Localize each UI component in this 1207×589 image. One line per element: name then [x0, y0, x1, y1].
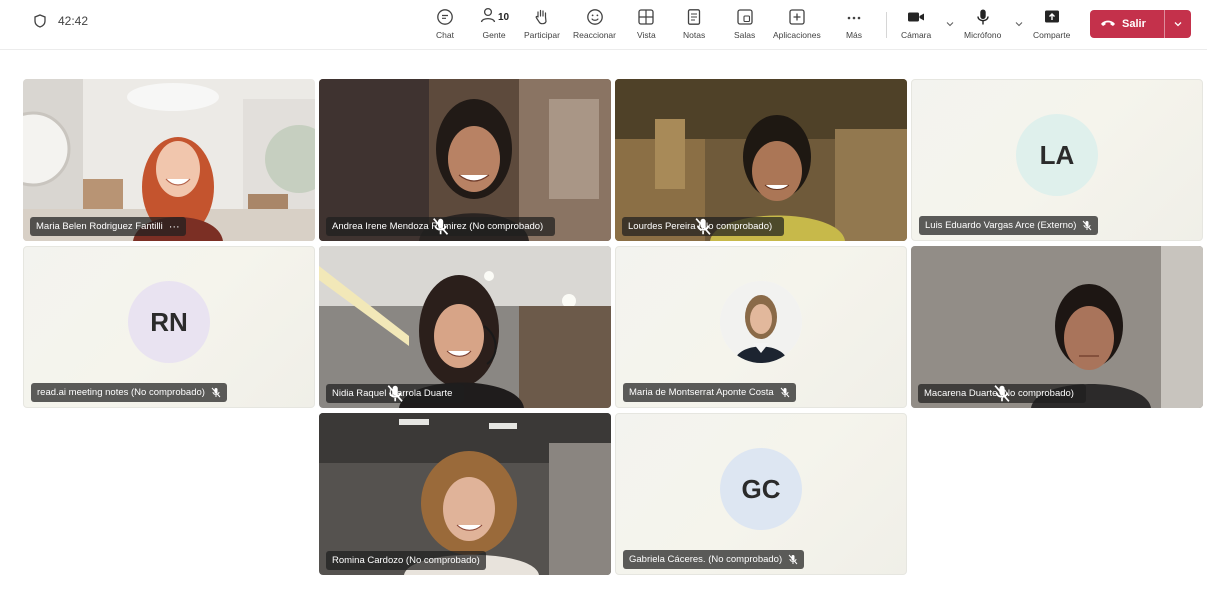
hang-up-phone-icon: [1100, 18, 1116, 31]
participant-name-tag: Luis Eduardo Vargas Arce (Externo): [919, 216, 1099, 235]
chat-icon: [436, 6, 454, 28]
share-button[interactable]: Comparte: [1033, 6, 1070, 40]
more-label: Más: [845, 30, 863, 40]
participant-tile[interactable]: Macarena Duarte (No comprobado): [911, 246, 1203, 408]
apps-label: Aplicaciones: [773, 30, 821, 40]
mic-muted-icon: [1082, 220, 1092, 231]
participant-tile[interactable]: LA Luis Eduardo Vargas Arce (Externo): [911, 79, 1203, 241]
participant-tile[interactable]: GC Gabriela Cáceres. (No comprobado): [615, 413, 907, 575]
participant-tile[interactable]: Maria Belen Rodriguez Fantilli ···: [23, 79, 315, 241]
participant-name: Romina Cardozo (No comprobado): [332, 555, 480, 566]
participant-name: Maria de Montserrat Aponte Costa: [629, 387, 774, 398]
camera-button[interactable]: Cámara: [901, 6, 931, 40]
participant-tile[interactable]: RN read.ai meeting notes (No comprobado): [23, 246, 315, 408]
mic-muted-icon: [780, 387, 790, 398]
leave-main[interactable]: Salir: [1090, 18, 1164, 31]
leave-options-chevron-down-icon[interactable]: [1165, 19, 1191, 29]
participant-tile[interactable]: Lourdes Pereira (No comprobado): [615, 79, 907, 241]
people-button[interactable]: 10 Gente: [479, 6, 509, 40]
leave-label: Salir: [1122, 18, 1146, 30]
raise-hand-button[interactable]: Participar: [524, 6, 560, 40]
mic-muted-icon: [211, 387, 221, 398]
participant-name: Maria Belen Rodriguez Fantilli: [36, 221, 163, 232]
participant-name-tag: Maria Belen Rodriguez Fantilli ···: [30, 217, 186, 236]
camera-icon: [906, 6, 926, 28]
microphone-button[interactable]: Micrófono: [964, 6, 1001, 40]
participant-tile[interactable]: Nidia Raquel Ibarrola Duarte: [319, 246, 611, 408]
view-button[interactable]: Vista: [637, 6, 656, 40]
more-icon: [845, 6, 863, 28]
camera-label: Cámara: [901, 30, 932, 40]
react-label: Reaccionar: [573, 30, 616, 40]
initials-avatar: GC: [720, 448, 802, 530]
participant-name-tag: Romina Cardozo (No comprobado): [326, 551, 486, 570]
participant-name: Gabriela Cáceres. (No comprobado): [629, 554, 783, 565]
participant-name-tag: Andrea Irene Mendoza Ramirez (No comprob…: [326, 217, 556, 236]
breakout-rooms-icon: [736, 6, 754, 28]
notes-button[interactable]: Notas: [683, 6, 705, 40]
raise-hand-label: Participar: [524, 30, 560, 40]
participant-name-tag: Maria de Montserrat Aponte Costa: [623, 383, 796, 402]
participant-name: Luis Eduardo Vargas Arce (Externo): [925, 220, 1077, 231]
people-icon: [479, 6, 497, 29]
microphone-label: Micrófono: [964, 30, 1002, 40]
react-button[interactable]: Reaccionar: [573, 6, 616, 40]
more-button[interactable]: Más: [845, 6, 863, 40]
notes-label: Notas: [683, 30, 706, 40]
apps-button[interactable]: Aplicaciones: [773, 6, 821, 40]
initials-avatar: LA: [1016, 114, 1098, 196]
initials-avatar: RN: [128, 281, 210, 363]
participant-name: read.ai meeting notes (No comprobado): [37, 387, 205, 398]
meeting-toolbar: 42:42 Chat 10 Gente Participar Reacciona…: [0, 0, 1207, 50]
participant-tile[interactable]: Maria de Montserrat Aponte Costa: [615, 246, 907, 408]
chat-button[interactable]: Chat: [436, 6, 454, 40]
participant-tile[interactable]: Romina Cardozo (No comprobado): [319, 413, 611, 575]
leave-meeting-button[interactable]: Salir: [1090, 10, 1191, 38]
rooms-label: Salas: [734, 30, 756, 40]
smiley-icon: [586, 6, 604, 28]
timer-text: 42:42: [58, 14, 89, 28]
mic-muted-icon: [788, 554, 798, 565]
chat-label: Chat: [436, 30, 454, 40]
participant-name-tag: Nidia Raquel Ibarrola Duarte: [326, 384, 465, 403]
participant-name-tag: Lourdes Pereira (No comprobado): [622, 217, 785, 236]
share-label: Comparte: [1033, 30, 1071, 40]
microphone-icon: [974, 6, 992, 28]
hand-icon: [533, 6, 551, 28]
microphone-options-chevron-down-icon[interactable]: [1014, 16, 1024, 34]
participant-tile[interactable]: Andrea Irene Mendoza Ramirez (No comprob…: [319, 79, 611, 241]
view-label: Vista: [637, 30, 656, 40]
notes-icon: [685, 6, 703, 28]
participant-name-tag: Macarena Duarte (No comprobado): [918, 384, 1086, 403]
meeting-timer: 42:42: [34, 14, 88, 28]
profile-photo-avatar: [720, 281, 802, 363]
shield-icon: [34, 14, 46, 28]
people-count: 10: [498, 11, 510, 23]
add-app-icon: [788, 6, 806, 28]
share-screen-icon: [1043, 6, 1061, 28]
toolbar-divider: [886, 12, 887, 38]
rooms-button[interactable]: Salas: [734, 6, 755, 40]
camera-options-chevron-down-icon[interactable]: [945, 16, 955, 34]
more-options-icon[interactable]: ···: [169, 221, 180, 233]
participant-name-tag: Gabriela Cáceres. (No comprobado): [623, 550, 805, 569]
participant-name-tag: read.ai meeting notes (No comprobado): [31, 383, 227, 402]
people-label: Gente: [482, 30, 506, 40]
grid-view-icon: [637, 6, 655, 28]
